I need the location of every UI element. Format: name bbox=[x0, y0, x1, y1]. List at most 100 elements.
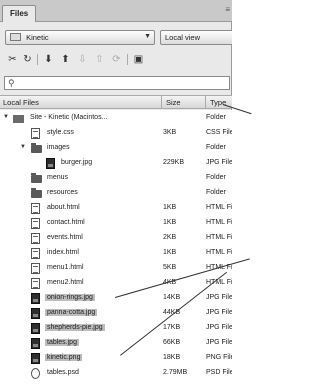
file-size: 18KB bbox=[163, 354, 181, 361]
html-file-icon bbox=[31, 233, 40, 244]
file-name: kinetic.png bbox=[45, 354, 83, 361]
tab-files[interactable]: Files bbox=[2, 5, 37, 22]
up-arrow-icon[interactable]: ⬆ bbox=[58, 52, 73, 67]
image-file-icon bbox=[31, 338, 40, 349]
column-header: Local Files Size Type bbox=[0, 95, 232, 109]
file-name: panna-cotta.jpg bbox=[45, 309, 98, 316]
file-type: JPG File bbox=[206, 294, 233, 301]
folder-icon bbox=[31, 188, 42, 198]
site-select[interactable]: Kinetic ▼ bbox=[5, 30, 155, 45]
list-item[interactable]: ▼ images Folder bbox=[0, 141, 232, 156]
file-size: 17KB bbox=[163, 324, 181, 331]
file-type: PSD File bbox=[206, 369, 234, 376]
folder-icon bbox=[31, 173, 42, 183]
file-type: CSS File bbox=[206, 129, 234, 136]
file-size: 2.79MB bbox=[163, 369, 188, 376]
file-name: onion-rings.jpg bbox=[45, 294, 95, 301]
list-item[interactable]: about.html 1KB HTML File bbox=[0, 201, 238, 216]
file-name: events.html bbox=[47, 234, 83, 241]
list-item[interactable]: menus Folder bbox=[0, 171, 232, 186]
list-item[interactable]: menu2.html 4KB HTML File bbox=[0, 276, 238, 291]
html-file-icon bbox=[31, 248, 40, 259]
list-item[interactable]: contact.html 1KB HTML File bbox=[0, 216, 238, 231]
file-name: Site - Kinetic (Macintos... bbox=[30, 114, 108, 121]
column-type[interactable]: Type bbox=[205, 96, 226, 109]
search-icon: ⚲ bbox=[8, 78, 15, 88]
site-icon bbox=[13, 115, 24, 123]
file-name: contact.html bbox=[47, 219, 85, 226]
image-file-icon bbox=[31, 353, 40, 364]
refresh-icon[interactable]: ↻ bbox=[20, 52, 35, 67]
file-type: JPG File bbox=[206, 309, 233, 316]
image-file-icon bbox=[31, 308, 40, 319]
list-item[interactable]: kinetic.png 18KB PNG File bbox=[0, 351, 234, 366]
file-type: JPG File bbox=[206, 324, 233, 331]
file-type: Folder bbox=[206, 174, 226, 181]
folder-icon bbox=[31, 143, 42, 153]
file-list: ▼ Site - Kinetic (Macintos... Folder sty… bbox=[0, 110, 238, 385]
toolbar-divider bbox=[127, 54, 128, 65]
file-size: 2KB bbox=[163, 234, 177, 241]
list-item[interactable]: panna-cotta.jpg 44KB JPG File bbox=[0, 306, 233, 321]
psd-file-icon bbox=[31, 368, 40, 379]
file-size: 1KB bbox=[163, 204, 177, 211]
css-file-icon bbox=[31, 128, 40, 139]
list-item[interactable]: ▼ Site - Kinetic (Macintos... Folder bbox=[0, 111, 232, 126]
file-name: index.html bbox=[47, 249, 79, 256]
file-name: about.html bbox=[47, 204, 80, 211]
file-name: images bbox=[47, 144, 70, 151]
check-out-icon[interactable]: ⇩ bbox=[75, 52, 90, 67]
list-item[interactable]: index.html 1KB HTML File bbox=[0, 246, 238, 261]
file-name: menu1.html bbox=[47, 264, 84, 271]
file-name: tables.psd bbox=[47, 369, 79, 376]
list-item[interactable]: burger.jpg 229KB JPG File bbox=[0, 156, 233, 171]
list-item[interactable]: resources Folder bbox=[0, 186, 232, 201]
files-panel: Files ≡ Kinetic ▼ Local view ▼ ✂ ↻ ⬇ ⬆ ⇩… bbox=[0, 0, 246, 385]
list-item[interactable]: tables.jpg 66KB JPG File bbox=[0, 336, 233, 351]
sync-icon[interactable]: ⟳ bbox=[109, 52, 124, 67]
file-name: burger.jpg bbox=[61, 159, 93, 166]
column-size[interactable]: Size bbox=[161, 96, 181, 109]
html-file-icon bbox=[31, 278, 40, 289]
file-type: Folder bbox=[206, 114, 226, 121]
view-select-value: Local view bbox=[165, 33, 201, 42]
file-type: JPG File bbox=[206, 339, 233, 346]
search-input[interactable]: ⚲ bbox=[4, 76, 230, 90]
image-file-icon bbox=[46, 158, 55, 169]
file-type: JPG File bbox=[206, 159, 233, 166]
html-file-icon bbox=[31, 203, 40, 214]
file-size: 229KB bbox=[163, 159, 185, 166]
disclosure-expanded-icon[interactable]: ▼ bbox=[3, 114, 9, 120]
file-size: 5KB bbox=[163, 264, 177, 271]
toolbar-divider bbox=[37, 54, 38, 65]
file-size: 1KB bbox=[163, 249, 177, 256]
file-name: tables.jpg bbox=[45, 339, 79, 346]
site-select-value: Kinetic bbox=[26, 33, 49, 42]
file-name: resources bbox=[47, 189, 78, 196]
file-size: 66KB bbox=[163, 339, 181, 346]
file-type: Folder bbox=[206, 144, 226, 151]
panel-edge bbox=[232, 0, 250, 385]
list-item[interactable]: shepherds-pie.jpg 17KB JPG File bbox=[0, 321, 233, 336]
disclosure-expanded-icon[interactable]: ▼ bbox=[20, 144, 26, 150]
site-view-row: Kinetic ▼ Local view ▼ bbox=[5, 30, 246, 46]
files-toolbar: ✂ ↻ ⬇ ⬆ ⇩ ⇧ ⟳ ▣ bbox=[3, 52, 229, 70]
file-size: 14KB bbox=[163, 294, 181, 301]
html-file-icon bbox=[31, 218, 40, 229]
panel-menu-icon[interactable]: ≡ bbox=[225, 5, 230, 14]
expand-icon[interactable]: ▣ bbox=[131, 52, 146, 67]
html-file-icon bbox=[31, 263, 40, 274]
check-in-icon[interactable]: ⇧ bbox=[92, 52, 107, 67]
image-file-icon bbox=[31, 323, 40, 334]
file-type: Folder bbox=[206, 189, 226, 196]
chevron-down-icon: ▼ bbox=[144, 33, 151, 40]
list-item[interactable]: style.css 3KB CSS File bbox=[0, 126, 234, 141]
file-name: style.css bbox=[47, 129, 74, 136]
column-name[interactable]: Local Files bbox=[3, 98, 39, 107]
connect-icon[interactable]: ✂ bbox=[5, 52, 20, 67]
list-item[interactable]: events.html 2KB HTML File bbox=[0, 231, 238, 246]
file-name: menu2.html bbox=[47, 279, 84, 286]
list-item[interactable]: tables.psd 2.79MB PSD File bbox=[0, 366, 234, 381]
down-arrow-icon[interactable]: ⬇ bbox=[41, 52, 56, 67]
file-size: 1KB bbox=[163, 219, 177, 226]
